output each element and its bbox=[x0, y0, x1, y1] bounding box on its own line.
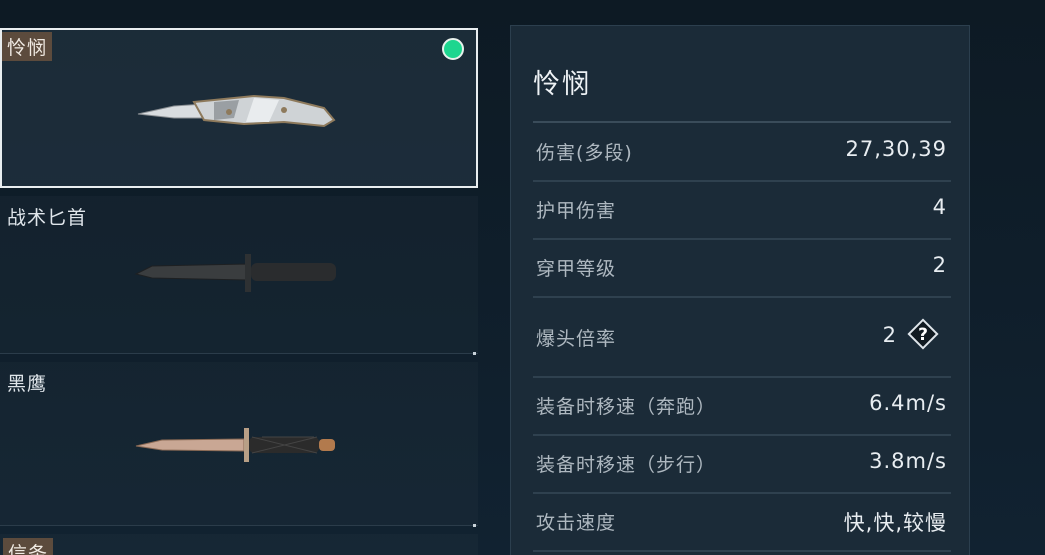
knife-tactical-image bbox=[134, 254, 336, 292]
weapon-name: 信条 bbox=[3, 538, 54, 555]
weapon-card-mercy[interactable]: 怜悯 bbox=[0, 28, 478, 188]
stat-label: 装备时移速（奔跑） bbox=[536, 396, 717, 418]
stat-label: 护甲伤害 bbox=[536, 200, 617, 222]
divider-tick bbox=[473, 352, 476, 355]
weapon-card-black-hawk[interactable]: 黑鹰 bbox=[0, 362, 478, 527]
stat-value: 3.8m/s bbox=[869, 449, 947, 473]
divider-tick bbox=[473, 524, 476, 527]
stat-value: 6.4m/s bbox=[869, 391, 947, 415]
stat-row-attack-speed: 攻击速度 快,快,较慢 bbox=[533, 494, 951, 552]
stat-value: 4 bbox=[932, 195, 947, 219]
equipped-indicator bbox=[442, 38, 464, 60]
weapon-name: 怜悯 bbox=[2, 32, 53, 61]
stat-value: 2 bbox=[882, 323, 897, 347]
weapon-stats-panel: 怜悯 伤害(多段) 27,30,39 护甲伤害 4 穿甲等级 2 爆头倍率 2 … bbox=[510, 25, 970, 555]
weapon-name: 黑鹰 bbox=[7, 373, 48, 395]
stat-label: 伤害(多段) bbox=[536, 142, 633, 164]
knife-blackhawk-image bbox=[135, 428, 335, 462]
stat-row-run-speed: 装备时移速（奔跑） 6.4m/s bbox=[533, 378, 951, 436]
stat-value: 快,快,较慢 bbox=[843, 511, 947, 535]
stat-label: 穿甲等级 bbox=[536, 258, 617, 280]
weapon-name: 战术匕首 bbox=[7, 207, 88, 229]
weapon-card-tactical-dagger[interactable]: 战术匕首 bbox=[0, 196, 478, 355]
stat-value: 27,30,39 bbox=[845, 137, 947, 161]
weapon-card-creed[interactable]: 信条 bbox=[0, 534, 478, 555]
knife-mercy-image bbox=[137, 94, 336, 128]
stat-label: 攻击速度 bbox=[536, 512, 617, 534]
stat-row-damage: 伤害(多段) 27,30,39 bbox=[533, 124, 951, 182]
stat-row-armor-damage: 护甲伤害 4 bbox=[533, 182, 951, 240]
question-icon[interactable]: ? bbox=[907, 318, 939, 350]
stat-value: 2 bbox=[932, 253, 947, 277]
title-divider bbox=[533, 121, 951, 123]
stat-label: 爆头倍率 bbox=[536, 328, 617, 350]
weapon-select-screen: 怜悯 战术匕首 黑鹰 信条 怜悯 伤害(多段) 27,30,39 护甲伤害 4 … bbox=[0, 0, 1045, 555]
stat-row-walk-speed: 装备时移速（步行） 3.8m/s bbox=[533, 436, 951, 494]
weapon-list: 怜悯 战术匕首 黑鹰 信条 bbox=[0, 0, 480, 555]
panel-title: 怜悯 bbox=[533, 69, 591, 100]
stat-label: 装备时移速（步行） bbox=[536, 454, 717, 476]
stat-row-penetration: 穿甲等级 2 bbox=[533, 240, 951, 298]
stat-row-headshot: 爆头倍率 2 ? bbox=[533, 298, 951, 378]
svg-text:?: ? bbox=[918, 325, 928, 345]
